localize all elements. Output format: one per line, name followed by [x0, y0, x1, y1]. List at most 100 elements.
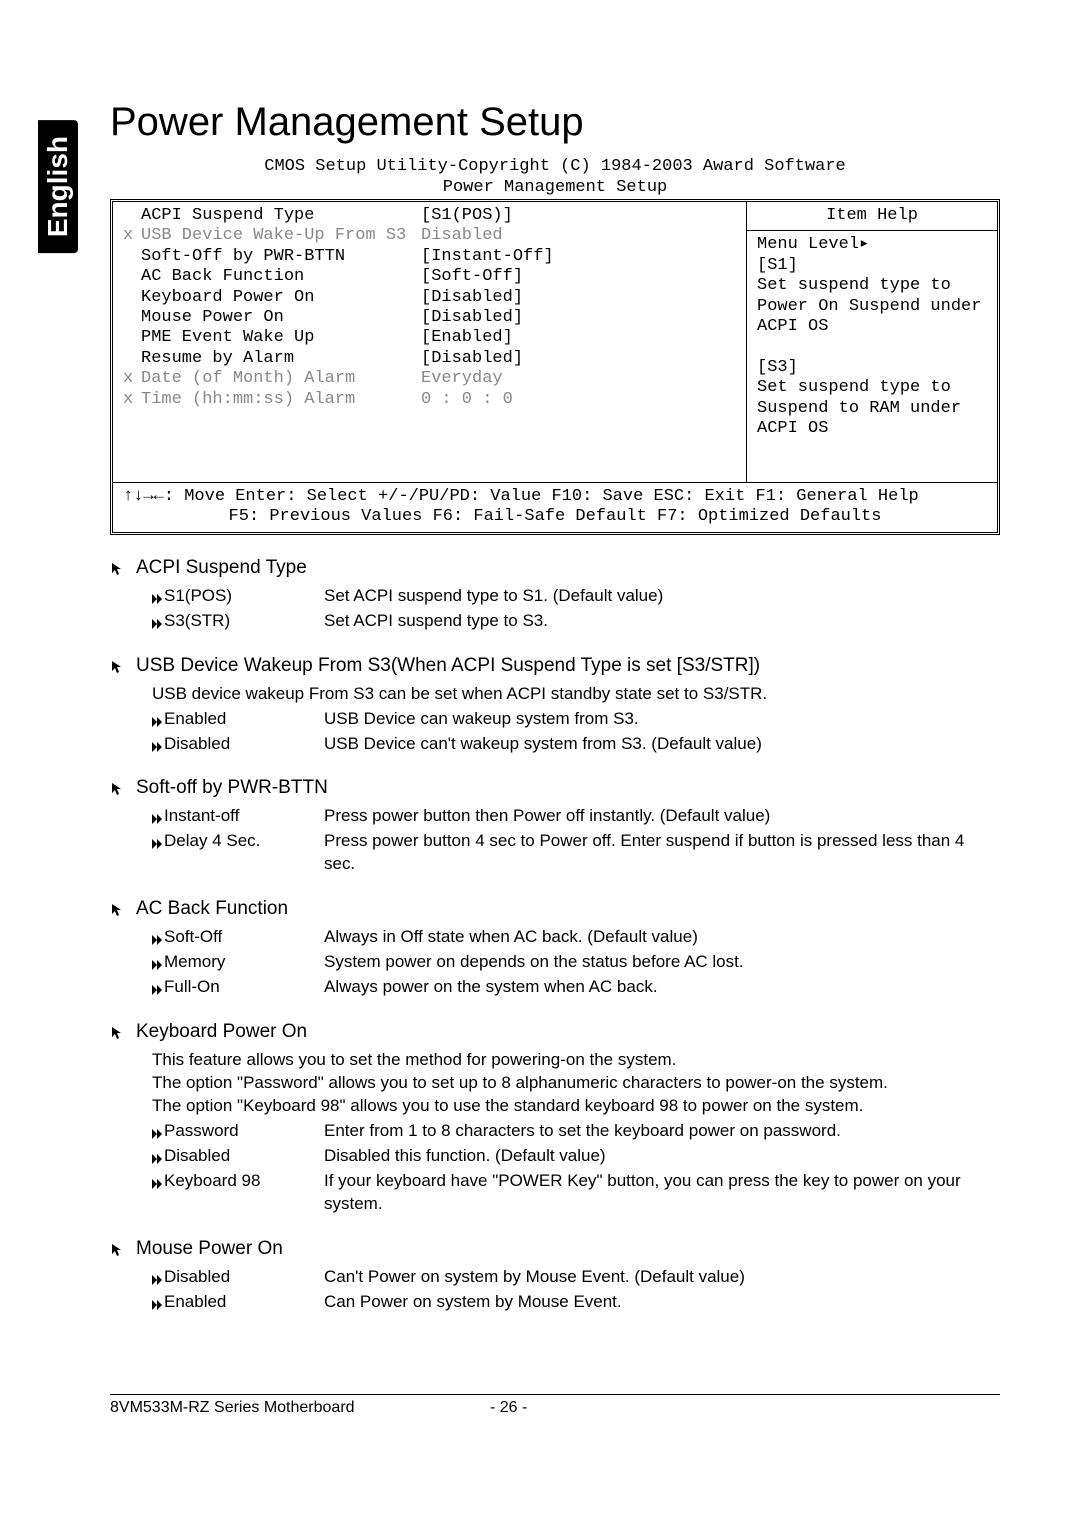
bios-help-line: ACPI OS	[757, 317, 987, 337]
bios-row: xTime (hh:mm:ss) Alarm0 : 0 : 0	[123, 390, 736, 410]
option-desc: System power on depends on the status be…	[324, 951, 1000, 974]
section-heading-text: Soft-off by PWR-BTTN	[136, 777, 328, 799]
bios-row-marker: x	[123, 390, 141, 410]
bios-help-line: Set suspend type to	[757, 378, 987, 398]
forward-icon	[152, 834, 164, 846]
bios-row: xUSB Device Wake-Up From S3Disabled	[123, 226, 736, 246]
page-footer: 8VM533M-RZ Series Motherboard - 26 -	[110, 1394, 1000, 1417]
bios-row-label: ACPI Suspend Type	[141, 206, 421, 226]
bios-copyright: CMOS Setup Utility-Copyright (C) 1984-20…	[110, 157, 1000, 176]
bios-screen-title: Power Management Setup	[110, 178, 1000, 197]
section-heading-text: Mouse Power On	[136, 1238, 283, 1260]
bios-help-line	[757, 337, 987, 357]
bios-row-label: AC Back Function	[141, 267, 421, 287]
option-desc: Always power on the system when AC back.	[324, 976, 1000, 999]
bios-row-marker: x	[123, 369, 141, 389]
option-label: Disabled	[164, 1145, 324, 1168]
option-row: EnabledUSB Device can wakeup system from…	[152, 708, 1000, 731]
option-desc: If your keyboard have "POWER Key" button…	[324, 1170, 1000, 1216]
option-desc: Always in Off state when AC back. (Defau…	[324, 926, 1000, 949]
option-desc: Press power button then Power off instan…	[324, 805, 1000, 828]
option-desc: USB Device can wakeup system from S3.	[324, 708, 1000, 731]
bios-help-line: Power On Suspend under	[757, 297, 987, 317]
bios-row: Soft-Off by PWR-BTTN[Instant-Off]	[123, 247, 736, 267]
forward-icon	[152, 930, 164, 942]
forward-icon	[152, 1295, 164, 1307]
forward-icon	[152, 614, 164, 626]
bios-row-label: Date (of Month) Alarm	[141, 369, 421, 389]
option-desc: Set ACPI suspend type to S1. (Default va…	[324, 585, 1000, 608]
bios-help-line: [S1]	[757, 256, 987, 276]
footer-page-number: - 26 -	[490, 1399, 1000, 1417]
bios-row-marker	[123, 308, 141, 328]
option-label: Enabled	[164, 708, 324, 731]
option-row: DisabledUSB Device can't wakeup system f…	[152, 733, 1000, 756]
bios-row-marker: x	[123, 226, 141, 246]
forward-icon	[152, 1174, 164, 1186]
bios-row-marker	[123, 328, 141, 348]
option-row: DisabledDisabled this function. (Default…	[152, 1145, 1000, 1168]
section-heading: AC Back Function	[110, 898, 1000, 920]
bios-row-value: [Disabled]	[421, 288, 523, 308]
sections-container: ACPI Suspend Type S1(POS)Set ACPI suspend…	[110, 557, 1000, 1314]
forward-icon	[152, 980, 164, 992]
option-row: PasswordEnter from 1 to 8 characters to …	[152, 1120, 1000, 1143]
bios-footer: ↑↓→←: Move Enter: Select +/-/PU/PD: Valu…	[113, 482, 997, 532]
section-body: Instant-offPress power button then Power…	[152, 805, 1000, 876]
bios-row-label: Time (hh:mm:ss) Alarm	[141, 390, 421, 410]
section-heading-text: USB Device Wakeup From S3(When ACPI Susp…	[136, 655, 760, 677]
bios-row-label: Mouse Power On	[141, 308, 421, 328]
section-body: S1(POS)Set ACPI suspend type to S1. (Def…	[152, 585, 1000, 633]
bios-row: xDate (of Month) AlarmEveryday	[123, 369, 736, 389]
pointer-icon	[110, 1024, 124, 1038]
option-label: S3(STR)	[164, 610, 324, 633]
bios-row-value: [S1(POS)]	[421, 206, 513, 226]
section-heading-text: Keyboard Power On	[136, 1021, 307, 1043]
bios-help-line: Set suspend type to	[757, 276, 987, 296]
footer-product: 8VM533M-RZ Series Motherboard	[110, 1399, 490, 1417]
section-heading: Soft-off by PWR-BTTN	[110, 777, 1000, 799]
section-heading: USB Device Wakeup From S3(When ACPI Susp…	[110, 655, 1000, 677]
bios-row-marker	[123, 288, 141, 308]
option-label: Soft-Off	[164, 926, 324, 949]
option-label: Full-On	[164, 976, 324, 999]
bios-help-title: Item Help	[747, 202, 997, 231]
language-tab: English	[38, 120, 78, 253]
bios-row-value: [Soft-Off]	[421, 267, 523, 287]
bios-help-line: Menu Level▸	[757, 235, 987, 255]
section: AC Back Function Soft-OffAlways in Off st…	[110, 898, 1000, 999]
bios-help-panel: Item Help Menu Level▸[S1]Set suspend typ…	[747, 202, 997, 482]
section: Keyboard Power OnThis feature allows you…	[110, 1021, 1000, 1216]
bios-row-label: Soft-Off by PWR-BTTN	[141, 247, 421, 267]
bios-help-line: [S3]	[757, 358, 987, 378]
bios-row: PME Event Wake Up[Enabled]	[123, 328, 736, 348]
bios-row: Keyboard Power On[Disabled]	[123, 288, 736, 308]
section-preline: USB device wakeup From S3 can be set whe…	[152, 683, 1000, 706]
forward-icon	[152, 1149, 164, 1161]
bios-row-label: USB Device Wake-Up From S3	[141, 226, 421, 246]
bios-row-marker	[123, 247, 141, 267]
option-row: Soft-OffAlways in Off state when AC back…	[152, 926, 1000, 949]
forward-icon	[152, 955, 164, 967]
pointer-icon	[110, 780, 124, 794]
bios-row: ACPI Suspend Type[S1(POS)]	[123, 206, 736, 226]
forward-icon	[152, 737, 164, 749]
bios-row-value: [Instant-Off]	[421, 247, 554, 267]
option-row: S3(STR)Set ACPI suspend type to S3.	[152, 610, 1000, 633]
option-row: EnabledCan Power on system by Mouse Even…	[152, 1291, 1000, 1314]
bios-row: Resume by Alarm[Disabled]	[123, 349, 736, 369]
option-row: Delay 4 Sec.Press power button 4 sec to …	[152, 830, 1000, 876]
section-preline: The option "Password" allows you to set …	[152, 1072, 1000, 1095]
section-heading: ACPI Suspend Type	[110, 557, 1000, 579]
option-label: Enabled	[164, 1291, 324, 1314]
bios-help-line: Suspend to RAM under	[757, 399, 987, 419]
pointer-icon	[110, 901, 124, 915]
bios-row: Mouse Power On[Disabled]	[123, 308, 736, 328]
forward-icon	[152, 712, 164, 724]
option-label: S1(POS)	[164, 585, 324, 608]
bios-footer-line2: F5: Previous Values F6: Fail-Safe Defaul…	[123, 507, 987, 527]
bios-row-value: 0 : 0 : 0	[421, 390, 513, 410]
option-label: Keyboard 98	[164, 1170, 324, 1216]
option-row: Keyboard 98If your keyboard have "POWER …	[152, 1170, 1000, 1216]
forward-icon	[152, 589, 164, 601]
